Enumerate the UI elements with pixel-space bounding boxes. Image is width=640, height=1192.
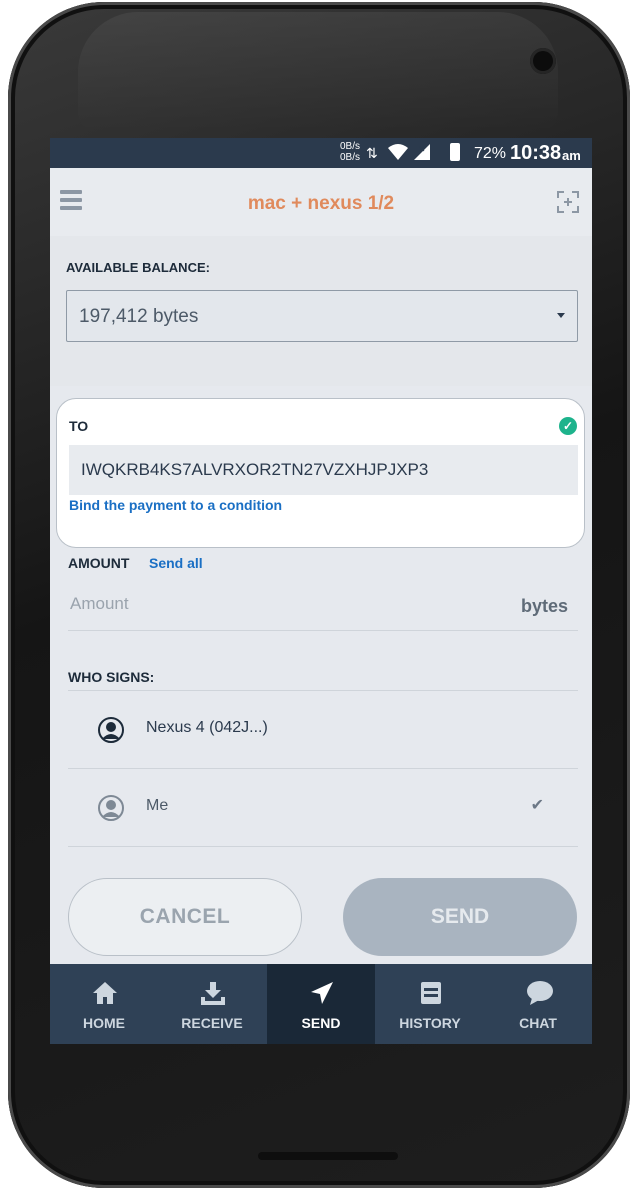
- net-down: 0B/s: [340, 152, 361, 163]
- send-button[interactable]: SEND: [343, 878, 577, 956]
- cancel-button[interactable]: CANCEL: [68, 878, 302, 956]
- bind-condition-link[interactable]: Bind the payment to a condition: [69, 497, 282, 513]
- tab-label: SEND: [301, 1015, 341, 1031]
- battery-icon: [450, 143, 460, 161]
- net-up: 0B/s: [340, 141, 361, 152]
- chevron-down-icon: [557, 313, 565, 318]
- send-all-link[interactable]: Send all: [149, 555, 203, 571]
- divider: [68, 846, 578, 847]
- clock-ampm: am: [562, 148, 581, 163]
- phone-shine: [78, 12, 558, 132]
- amount-unit[interactable]: bytes: [521, 596, 568, 617]
- status-bar: 0B/s 0B/s ⇅ ✕ 72% 10:38 am: [50, 138, 592, 168]
- svg-text:⇅: ⇅: [366, 146, 382, 162]
- amount-input[interactable]: Amount bytes: [68, 588, 578, 631]
- amount-placeholder: Amount: [70, 594, 129, 613]
- valid-check-icon: ✓: [559, 417, 577, 435]
- send-icon: [311, 982, 333, 1004]
- wifi-signal-icon: ⇅ ✕: [366, 144, 430, 162]
- who-signs-label: WHO SIGNS:: [68, 669, 155, 685]
- signer-name: Nexus 4 (042J...): [146, 719, 268, 736]
- tab-label: HISTORY: [399, 1015, 461, 1031]
- wallet-title[interactable]: mac + nexus 1/2: [50, 193, 592, 215]
- signer-name: Me: [146, 797, 169, 814]
- svg-text:✕: ✕: [418, 145, 430, 155]
- screen: 0B/s 0B/s ⇅ ✕ 72% 10:38 am mac + nexus 1…: [50, 138, 592, 1044]
- user-avatar-icon: [98, 795, 124, 821]
- receive-icon: [201, 982, 225, 1005]
- tab-history[interactable]: HISTORY: [376, 964, 484, 1044]
- battery-percent: 72%: [474, 145, 507, 162]
- address-value: IWQKRB4KS7ALVRXOR2TN27VZXHJPJXP3: [81, 460, 429, 479]
- balance-section: AVAILABLE BALANCE: 197,412 bytes: [50, 236, 592, 386]
- camera: [530, 48, 556, 74]
- to-label: TO: [69, 418, 89, 434]
- tab-send[interactable]: SEND: [267, 964, 375, 1044]
- home-icon: [93, 982, 117, 1004]
- recipient-card: TO ✓ IWQKRB4KS7ALVRXOR2TN27VZXHJPJXP3 Bi…: [56, 398, 585, 548]
- speaker: [258, 1152, 398, 1160]
- signer-item[interactable]: Nexus 4 (042J...): [68, 690, 578, 769]
- tab-receive[interactable]: RECEIVE: [158, 964, 266, 1044]
- user-avatar-icon: [98, 717, 124, 743]
- checkmark-icon: ✔: [530, 797, 544, 814]
- tab-label: RECEIVE: [181, 1015, 243, 1031]
- network-speed: 0B/s 0B/s: [340, 141, 360, 163]
- qr-scan-icon[interactable]: [556, 190, 580, 214]
- balance-value: 197,412 bytes: [79, 306, 199, 327]
- bottom-tab-bar: HOME RECEIVE SEND HISTORY CHAT: [50, 964, 592, 1044]
- tab-label: HOME: [83, 1015, 125, 1031]
- amount-label: AMOUNT: [68, 555, 130, 571]
- address-input[interactable]: IWQKRB4KS7ALVRXOR2TN27VZXHJPJXP3: [69, 445, 578, 495]
- tab-home[interactable]: HOME: [50, 964, 158, 1044]
- balance-dropdown[interactable]: 197,412 bytes: [66, 290, 578, 342]
- app-header: mac + nexus 1/2: [50, 168, 592, 237]
- signal-icons: ⇅ ✕: [366, 142, 444, 167]
- clock: 10:38: [510, 142, 562, 164]
- history-icon: [421, 982, 441, 1004]
- balance-label: AVAILABLE BALANCE:: [66, 260, 210, 275]
- chat-icon: [527, 981, 553, 1005]
- tab-label: CHAT: [519, 1015, 557, 1031]
- signer-item[interactable]: Me ✔: [68, 768, 578, 847]
- tab-chat[interactable]: CHAT: [484, 964, 592, 1044]
